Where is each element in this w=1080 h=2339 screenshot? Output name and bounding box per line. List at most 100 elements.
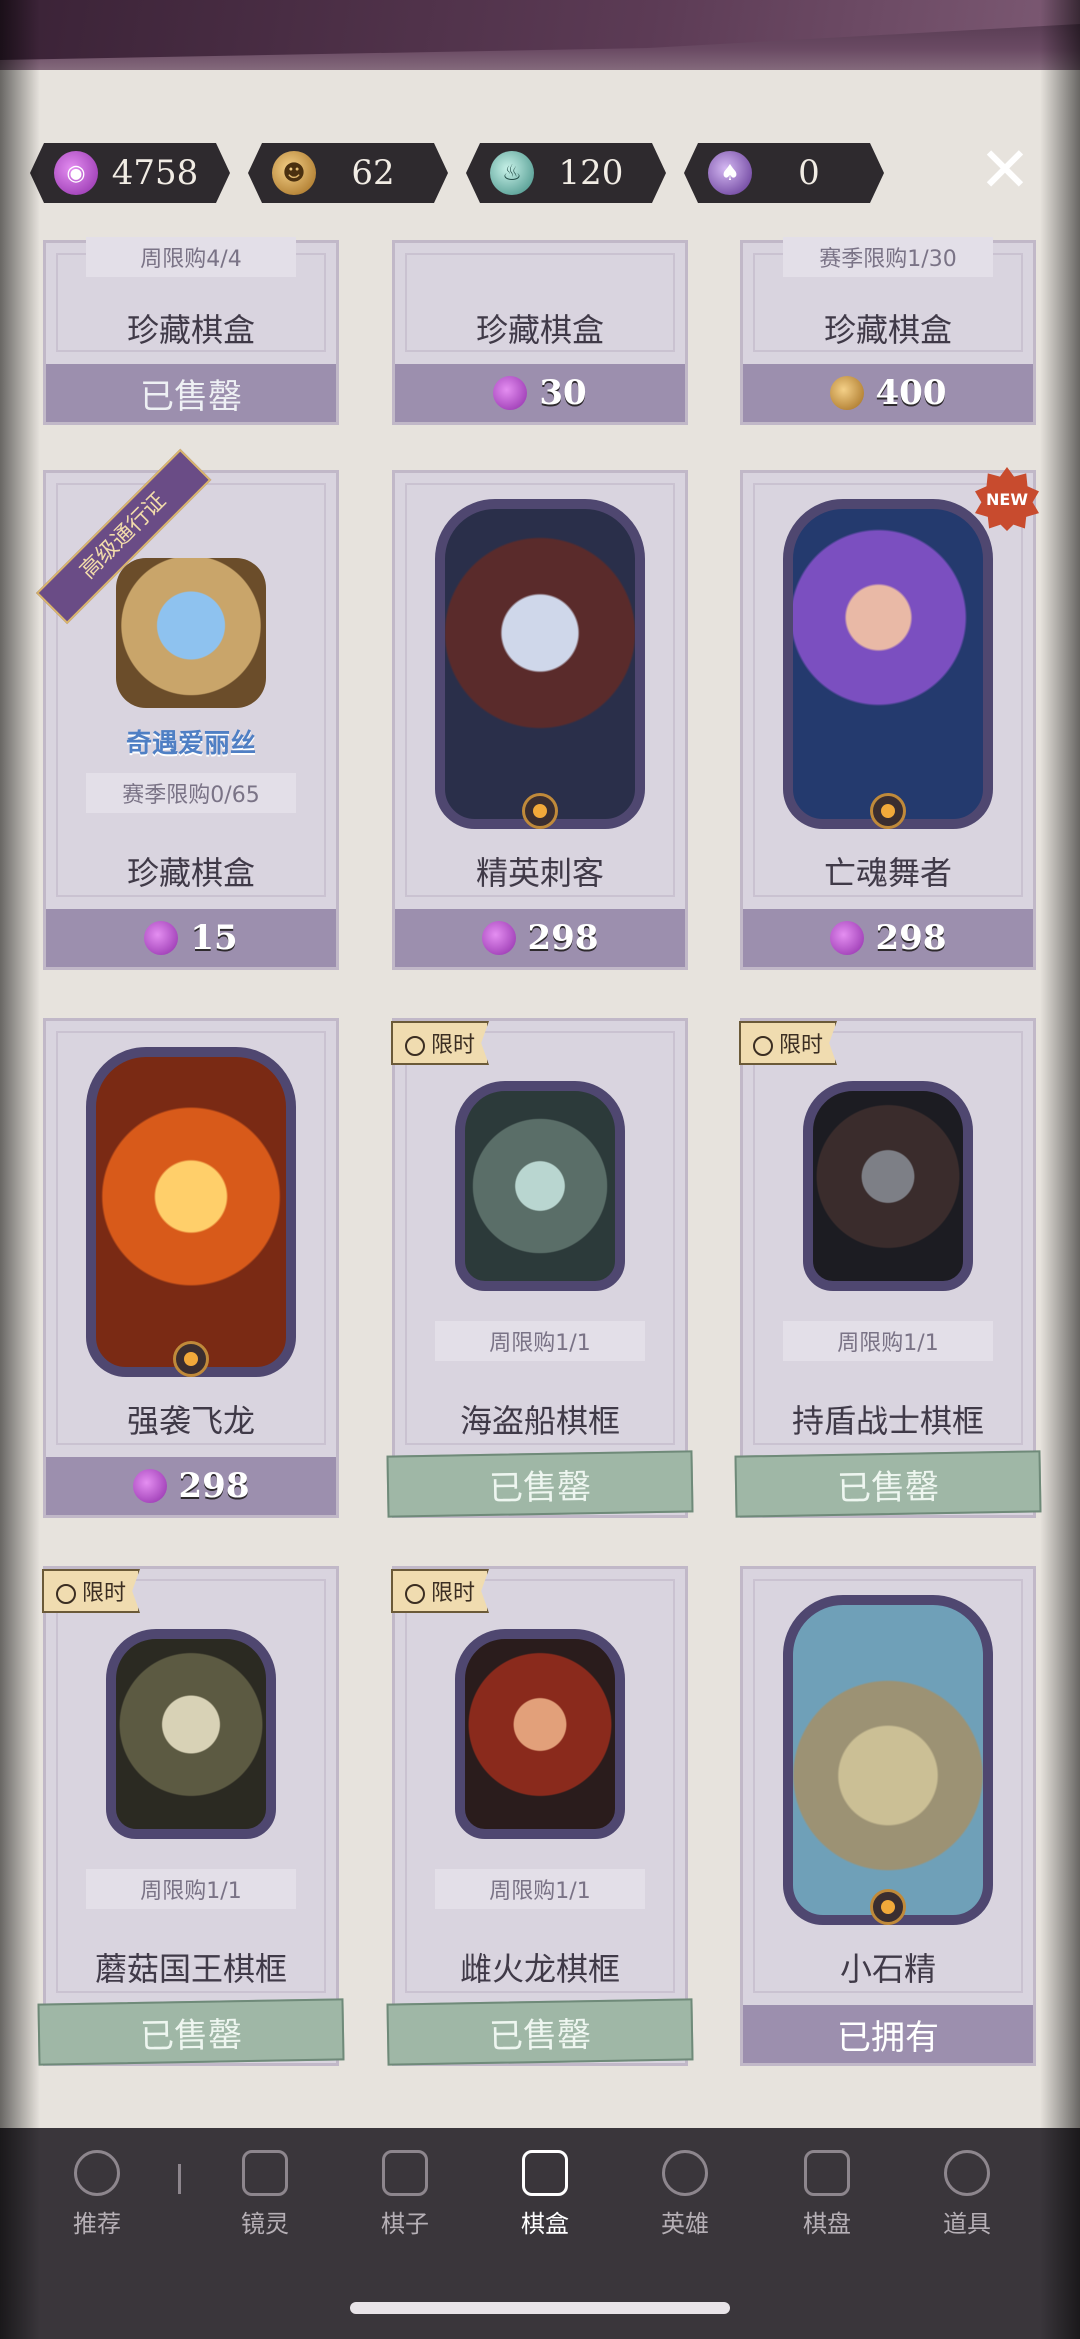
sold-out-label: 已售罄 (734, 1450, 1042, 1518)
recommend-icon (74, 2150, 120, 2196)
limited-time-tag: 限时 (391, 1569, 490, 1613)
price-value: 298 (875, 918, 947, 958)
nav-label: 道具 (943, 2210, 991, 2238)
nav-label: 棋盘 (803, 2210, 851, 2238)
card-limit: 赛季限购0/65 (86, 773, 296, 813)
card-soul-dancer[interactable]: 亡魂舞者 298 NEW (740, 467, 1039, 970)
card-box-sold[interactable]: 周限购4/4 珍藏棋盒 已售罄 (43, 237, 339, 425)
dark-potion-icon: ♠ (708, 151, 752, 195)
nav-item[interactable]: 道具 (902, 2150, 1032, 2239)
edge-shadow-right (1040, 0, 1080, 2339)
currency-pumpkin[interactable]: ☻ 62 (248, 143, 448, 203)
currency-candy-value: 4758 (111, 153, 199, 193)
buy-button[interactable]: 298 (395, 909, 685, 967)
card-name: 雌火龙棋框 (459, 1950, 620, 1988)
card-limit: 赛季限购1/30 (783, 237, 993, 277)
card-shield-warrior-frame[interactable]: 周限购1/1 持盾战士棋框 已售罄 限时 (734, 1018, 1042, 1518)
candy-gem-icon: ◉ (54, 151, 98, 195)
card-name: 持盾战士棋框 (791, 1402, 984, 1440)
fire-wyvern-frame-image (455, 1629, 625, 1839)
currency-dark-potion[interactable]: ♠ 0 (684, 143, 884, 203)
price-value: 30 (539, 373, 587, 413)
card-name: 珍藏棋盒 (475, 311, 604, 349)
event-logo: 奇遇爱丽丝 (96, 723, 286, 760)
pumpkin-coin-icon: ☻ (272, 151, 316, 195)
nav-label: 棋子 (381, 2210, 429, 2238)
box-icon (522, 2150, 568, 2196)
card-fire-wyvern-frame[interactable]: 周限购1/1 雌火龙棋框 已售罄 限时 (386, 1566, 694, 2066)
candy-gem-icon (132, 1469, 167, 1503)
nav-label: 镜灵 (241, 2210, 289, 2238)
piece-icon (382, 2150, 428, 2196)
nav-piece[interactable]: 棋子 (340, 2150, 470, 2239)
card-assault-dragon[interactable]: 强袭飞龙 298 (43, 1018, 339, 1518)
currency-bar: ◉ 4758 ☻ 62 ♨ 120 ♠ 0 (30, 143, 930, 203)
card-limit: 周限购1/1 (435, 1869, 645, 1909)
currency-potion[interactable]: ♨ 120 (466, 143, 666, 203)
card-pirate-ship-frame[interactable]: 周限购1/1 海盗船棋框 已售罄 限时 (386, 1018, 694, 1518)
home-indicator[interactable] (350, 2302, 730, 2314)
clock-icon (56, 1584, 76, 1604)
nav-separator (178, 2164, 181, 2194)
candy-gem-icon (144, 921, 179, 955)
card-box-30[interactable]: 珍藏棋盒 30 (392, 240, 688, 425)
limited-time-label: 限时 (82, 1581, 127, 1606)
nav-recommend[interactable]: 推荐 (32, 2150, 162, 2239)
card-name: 亡魂舞者 (823, 854, 952, 892)
buy-button[interactable]: 400 (743, 364, 1033, 422)
nav-box[interactable]: 棋盒 (480, 2150, 610, 2239)
buy-button[interactable]: 30 (395, 364, 685, 422)
close-icon[interactable]: ✕ (975, 139, 1035, 201)
shield-warrior-frame-image (803, 1081, 973, 1291)
candy-gem-icon (829, 921, 864, 955)
card-mushroom-king-frame[interactable]: 周限购1/1 蘑菇国王棋框 已售罄 限时 (37, 1566, 345, 2066)
limited-time-label: 限时 (431, 1033, 476, 1058)
assault-dragon-portrait (86, 1047, 296, 1377)
little-stone-sprite-portrait (783, 1595, 993, 1925)
soul-dancer-portrait (783, 499, 993, 829)
nav-label: 棋盒 (521, 2210, 569, 2238)
rarity-dot (870, 793, 906, 829)
card-name: 强袭飞龙 (126, 1402, 255, 1440)
card-elite-assassin[interactable]: 精英刺客 298 (392, 470, 688, 970)
currency-dark-potion-value: 0 (798, 153, 820, 193)
nav-hero[interactable]: 英雄 (620, 2150, 750, 2239)
board-icon (804, 2150, 850, 2196)
card-premium-box[interactable]: 奇遇爱丽丝 赛季限购0/65 珍藏棋盒 15 高级通行证 (36, 448, 339, 970)
card-name: 蘑菇国王棋框 (94, 1950, 287, 1988)
clock-icon (405, 1036, 425, 1056)
owned-label: 已拥有 (743, 2005, 1033, 2063)
currency-potion-value: 120 (558, 153, 624, 193)
buy-button[interactable]: 298 (46, 1457, 336, 1515)
clock-icon (405, 1584, 425, 1604)
card-box-400[interactable]: 赛季限购1/30 珍藏棋盒 400 (740, 237, 1036, 425)
pumpkin-coin-icon (829, 376, 864, 410)
card-name: 珍藏棋盒 (126, 854, 255, 892)
item-icon (944, 2150, 990, 2196)
card-little-stone-sprite[interactable]: 小石精 已拥有 (740, 1566, 1036, 2066)
edge-shadow-left (0, 0, 40, 2339)
price-value: 400 (875, 373, 947, 413)
hero-icon (662, 2150, 708, 2196)
buy-button[interactable]: 298 (743, 909, 1033, 967)
gift-box-image (116, 558, 266, 708)
limited-time-tag: 限时 (739, 1021, 838, 1065)
clock-icon (753, 1036, 773, 1056)
mushroom-king-frame-image (106, 1629, 276, 1839)
limited-time-tag: 限时 (42, 1569, 141, 1613)
card-name: 海盗船棋框 (459, 1402, 620, 1440)
price-value: 15 (190, 918, 238, 958)
candy-gem-icon (481, 921, 516, 955)
card-limit: 周限购1/1 (783, 1321, 993, 1361)
buy-button[interactable]: 15 (46, 909, 336, 967)
currency-candy[interactable]: ◉ 4758 (30, 143, 230, 203)
limited-time-label: 限时 (431, 1581, 476, 1606)
limited-time-tag: 限时 (391, 1021, 490, 1065)
nav-spirit[interactable]: 镜灵 (200, 2150, 330, 2239)
card-name: 小石精 (839, 1950, 936, 1988)
potion-bottle-icon: ♨ (490, 151, 534, 195)
card-limit: 周限购1/1 (435, 1321, 645, 1361)
card-name: 珍藏棋盒 (126, 311, 255, 349)
nav-board[interactable]: 棋盘 (762, 2150, 892, 2239)
sold-out-label: 已售罄 (386, 1450, 694, 1518)
